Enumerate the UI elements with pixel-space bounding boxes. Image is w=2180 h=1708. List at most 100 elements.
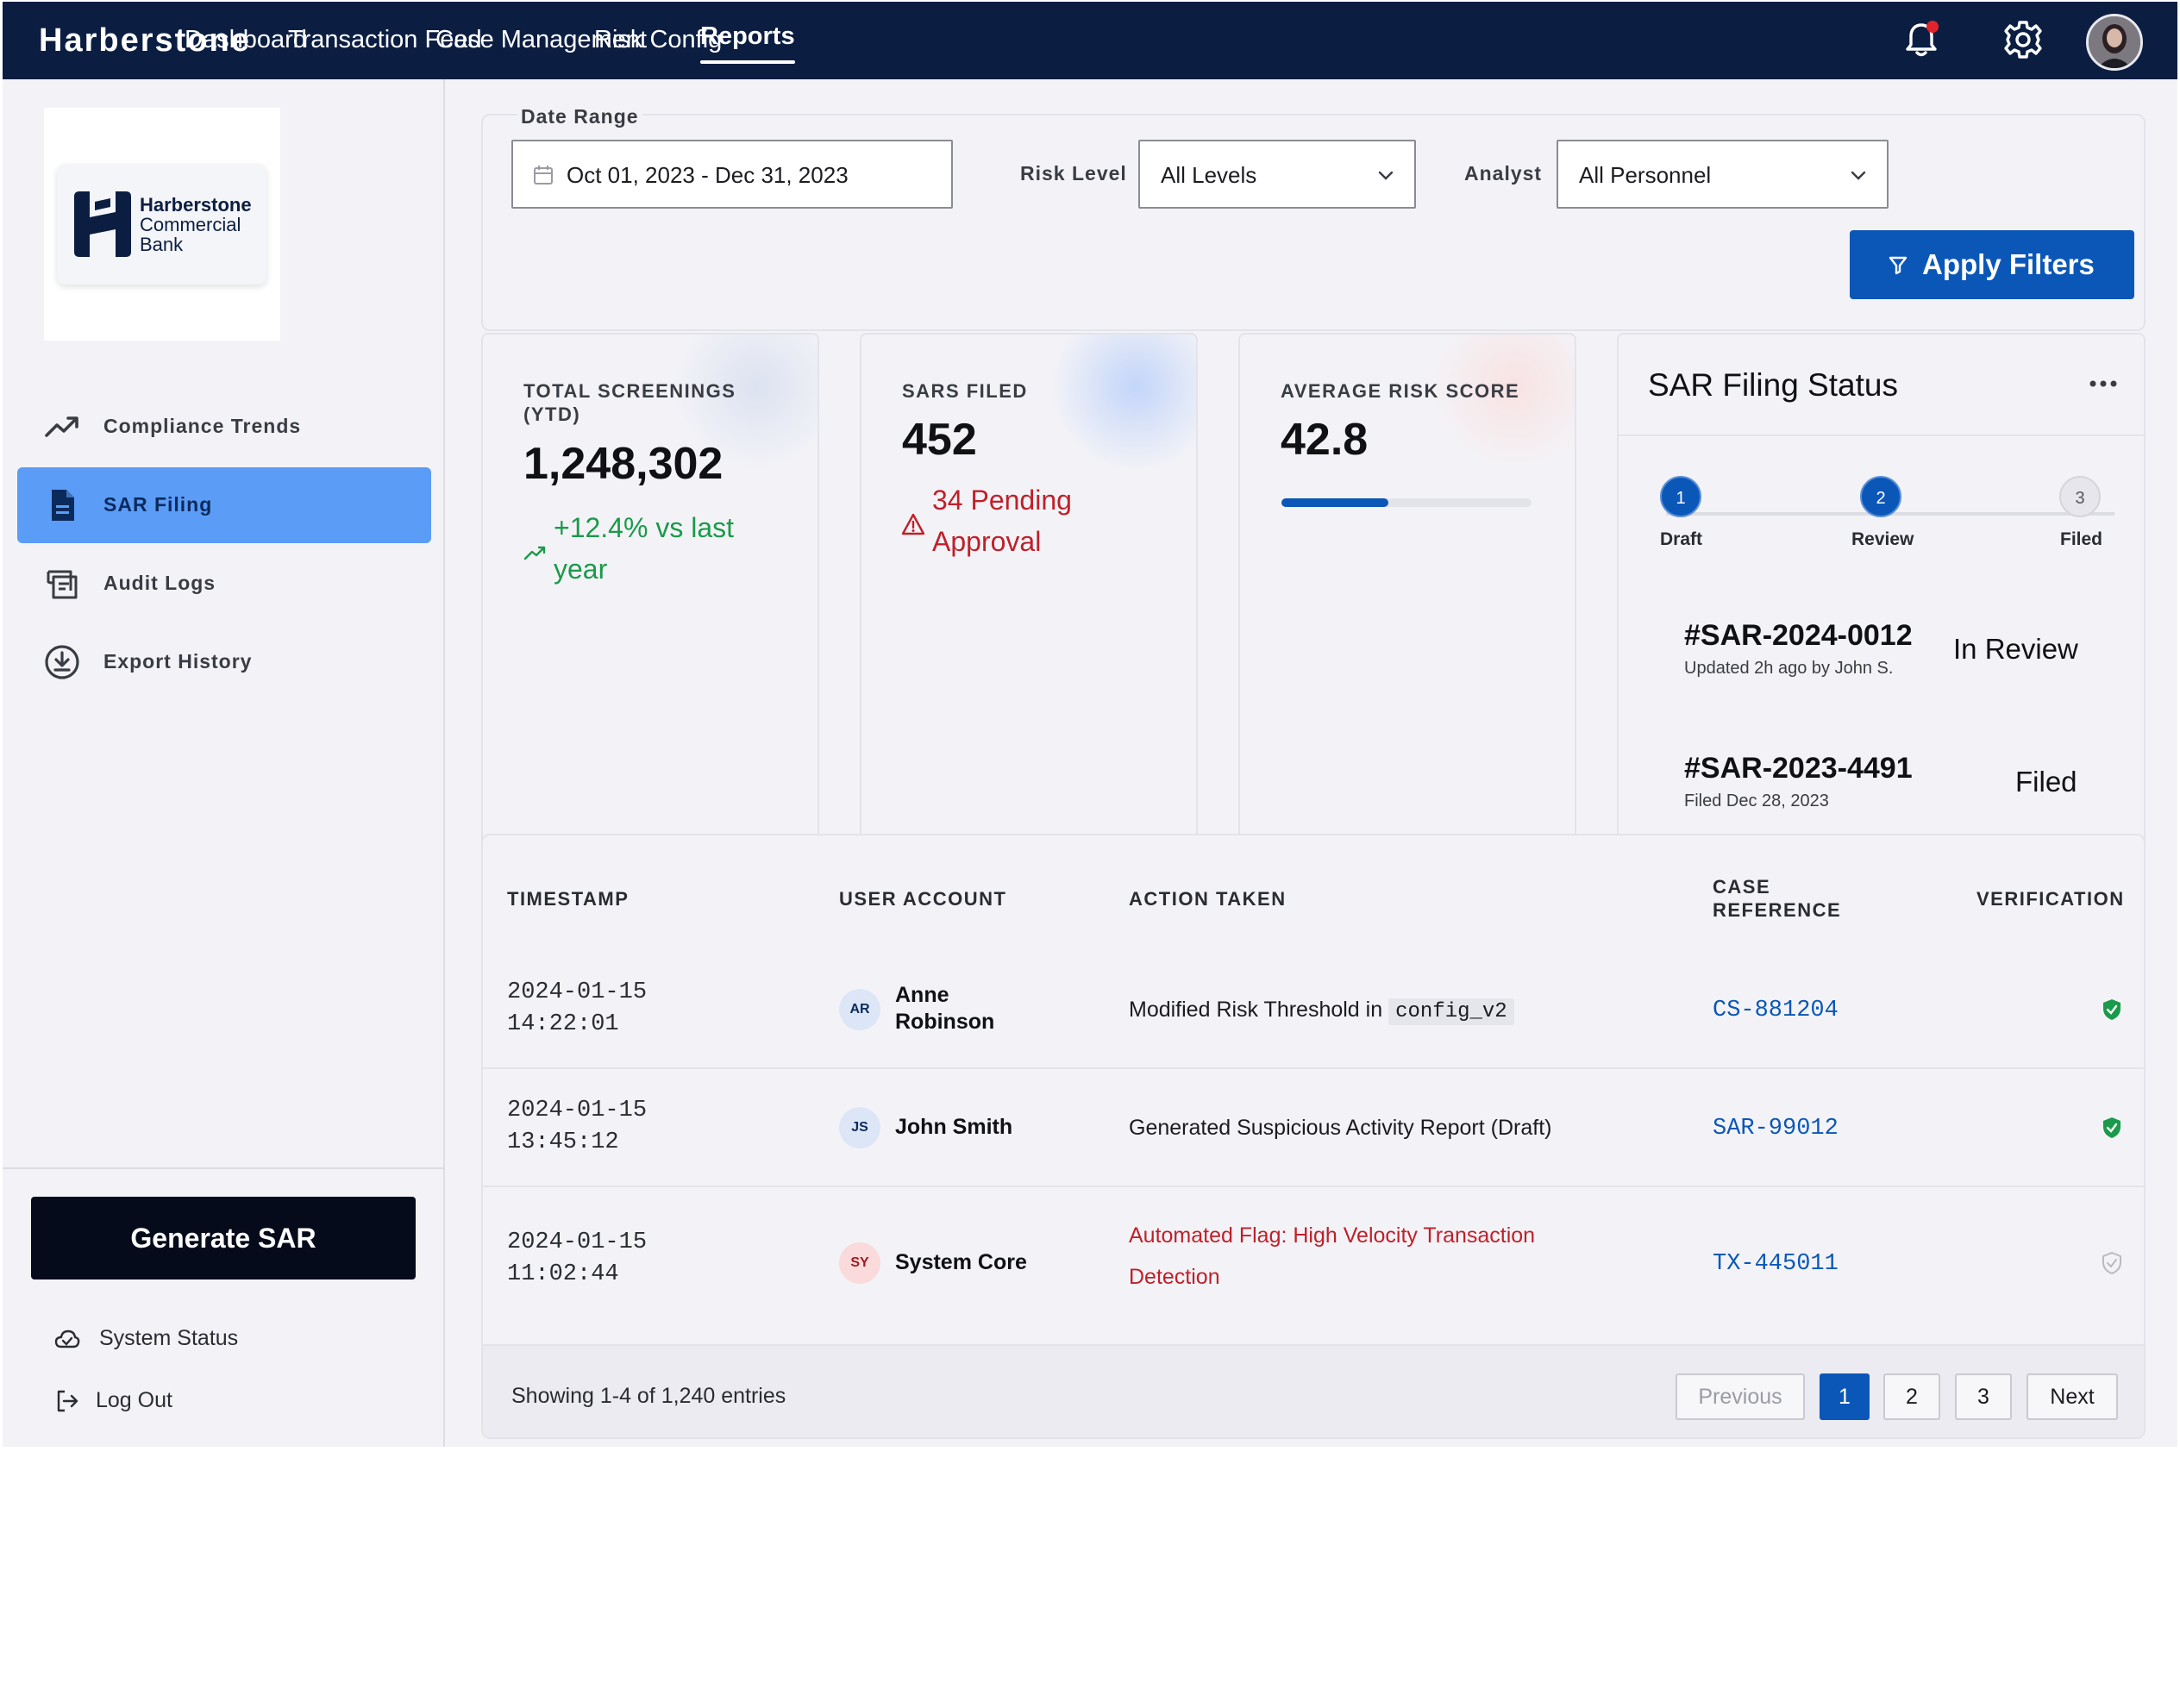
trending-up-icon [45, 416, 78, 437]
config-code-chip: config_v2 [1388, 998, 1514, 1025]
sidebar-item-export-history[interactable]: Export History [17, 624, 431, 700]
action-description: Modified Risk Threshold in [1129, 998, 1383, 1022]
bank-logo-card: Harberstone Commercial Bank [57, 164, 266, 285]
risk-level-select[interactable]: All Levels [1138, 140, 1416, 209]
sars-filed-value: 452 [902, 415, 977, 465]
logo-line-2: Commercial [140, 214, 241, 235]
audit-log-table: TIMESTAMP USER ACCOUNT ACTION TAKEN CASE… [481, 834, 2146, 1439]
user-photo-icon [2089, 16, 2140, 68]
card-title: AVERAGE RISK SCORE [1281, 380, 1520, 402]
card-title-line-1: TOTAL SCREENINGS [523, 380, 736, 402]
sidebar-item-sar-filing[interactable]: SAR Filing [17, 467, 431, 543]
sars-filed-card: SARS FILED 452 34 Pending Approval [860, 333, 1198, 850]
analyst-select[interactable]: All Personnel [1557, 140, 1889, 209]
total-screenings-card: TOTAL SCREENINGS (YTD) 1,248,302 +12.4% … [481, 333, 819, 850]
row-timestamp: 2024-01-15 11:02:44 [507, 1227, 647, 1291]
row-time: 13:45:12 [507, 1129, 619, 1155]
sar-status-title: SAR Filing Status [1648, 367, 1898, 403]
user-avatar[interactable] [2086, 14, 2143, 71]
sidebar-item-compliance-trends[interactable]: Compliance Trends [17, 389, 431, 465]
system-status-link[interactable]: System Status [54, 1319, 279, 1357]
step-label-draft: Draft [1660, 529, 1703, 549]
column-header-timestamp[interactable]: TIMESTAMP [507, 887, 629, 910]
sidebar-item-label: Audit Logs [103, 572, 216, 594]
user-name-line-1: Anne [895, 983, 949, 1007]
user-initials-avatar: SY [839, 1242, 880, 1284]
step-filed[interactable]: 3 [2059, 476, 2101, 517]
nav-reports[interactable]: Reports [700, 22, 795, 64]
filter-panel: Date Range Oct 01, 2023 - Dec 31, 2023 R… [481, 105, 2146, 331]
step-review[interactable]: 2 [1860, 476, 1901, 517]
column-header-case-line-1: CASE [1713, 876, 1771, 898]
table-row[interactable]: 2024-01-15 11:02:44 SY System Core Autom… [483, 1187, 2144, 1344]
cloud-check-icon [54, 1329, 80, 1348]
column-header-action-taken[interactable]: ACTION TAKEN [1129, 887, 1287, 910]
page-2-button[interactable]: 2 [1883, 1373, 1940, 1420]
average-risk-score-card: AVERAGE RISK SCORE 42.8 [1238, 333, 1576, 850]
sar-filing-status-card: SAR Filing Status 1 2 3 Draft Review Fil… [1617, 333, 2146, 850]
analyst-label: Analyst [1464, 162, 1543, 185]
chevron-down-icon [1378, 171, 1394, 180]
risk-level-label: Risk Level [1020, 162, 1127, 185]
verified-shield-icon [2103, 999, 2120, 1020]
sidebar-item-label: SAR Filing [103, 493, 213, 516]
page-3-button[interactable]: 3 [1955, 1373, 2012, 1420]
column-header-verification[interactable]: VERIFICATION [1976, 887, 2125, 910]
analyst-value: All Personnel [1579, 162, 1712, 188]
system-status-label: System Status [99, 1326, 239, 1350]
sidebar: Harberstone Commercial Bank Compliance T… [3, 79, 445, 1447]
sar-item-id[interactable]: #SAR-2023-4491 [1684, 752, 1913, 785]
trending-up-icon [523, 546, 546, 560]
user-name: John Smith [895, 1115, 1013, 1139]
sar-item-id[interactable]: #SAR-2024-0012 [1684, 619, 1913, 653]
verified-shield-icon [2103, 1117, 2120, 1138]
table-row[interactable]: 2024-01-15 14:22:01 AR Anne Robinson Mod… [483, 951, 2144, 1069]
case-reference-link[interactable]: CS-881204 [1713, 998, 1839, 1023]
column-header-user-account[interactable]: USER ACCOUNT [839, 887, 1006, 910]
sar-item-meta: Filed Dec 28, 2023 [1684, 791, 1829, 810]
risk-score-progress [1281, 498, 1532, 507]
logo-line-1: Harberstone [140, 194, 252, 216]
card-glow [1428, 335, 1575, 472]
screenings-delta-line-1: +12.4% vs last [554, 512, 734, 543]
step-draft[interactable]: 1 [1660, 476, 1701, 517]
log-out-link[interactable]: Log Out [54, 1381, 227, 1419]
previous-page-button[interactable]: Previous [1676, 1373, 1805, 1420]
row-date: 2024-01-15 [507, 1098, 648, 1123]
sar-item-status: Filed [2015, 766, 2077, 798]
column-header-case-reference[interactable]: CASE REFERENCE [1713, 875, 1841, 922]
generate-sar-button[interactable]: Generate SAR [31, 1197, 416, 1279]
average-risk-score-value: 42.8 [1281, 415, 1369, 465]
case-reference-link[interactable]: SAR-99012 [1713, 1116, 1839, 1142]
case-reference-link[interactable]: TX-445011 [1713, 1251, 1839, 1277]
card-title: TOTAL SCREENINGS (YTD) [523, 379, 736, 426]
card-title-line-2: (YTD) [523, 404, 581, 425]
table-row[interactable]: 2024-01-15 13:45:12 JS John Smith Genera… [483, 1069, 2144, 1187]
action-text: Generated Suspicious Activity Report (Dr… [1129, 1116, 1552, 1140]
logout-icon [57, 1390, 78, 1412]
date-range-label: Date Range [517, 105, 642, 128]
user-initials-avatar: AR [839, 989, 880, 1030]
notification-bell-icon[interactable] [1900, 18, 1943, 61]
sidebar-item-audit-logs[interactable]: Audit Logs [17, 546, 431, 622]
sars-pending-line-1: 34 Pending [932, 485, 1072, 516]
bank-logo-text: Harberstone Commercial Bank [140, 195, 252, 254]
screenings-delta: +12.4% vs last year [554, 507, 734, 590]
apply-filters-button[interactable]: Apply Filters [1850, 230, 2134, 299]
bank-logo: Harberstone Commercial Bank [44, 108, 280, 341]
logo-line-3: Bank [140, 234, 184, 255]
user-initials-avatar: JS [839, 1107, 880, 1148]
document-icon [52, 490, 74, 521]
user-name: System Core [895, 1250, 1027, 1274]
warning-icon [901, 513, 925, 535]
gear-icon[interactable] [2001, 18, 2045, 61]
download-circle-icon [45, 645, 79, 679]
date-range-field[interactable]: Oct 01, 2023 - Dec 31, 2023 [511, 140, 953, 209]
sars-pending: 34 Pending Approval [932, 479, 1072, 562]
action-line-2: Detection [1129, 1265, 1220, 1289]
next-page-button[interactable]: Next [2027, 1373, 2118, 1420]
sar-status-header: SAR Filing Status [1619, 335, 2144, 436]
more-options-icon[interactable] [2082, 371, 2125, 397]
notification-dot [1926, 21, 1939, 33]
page-1-button[interactable]: 1 [1820, 1373, 1870, 1420]
